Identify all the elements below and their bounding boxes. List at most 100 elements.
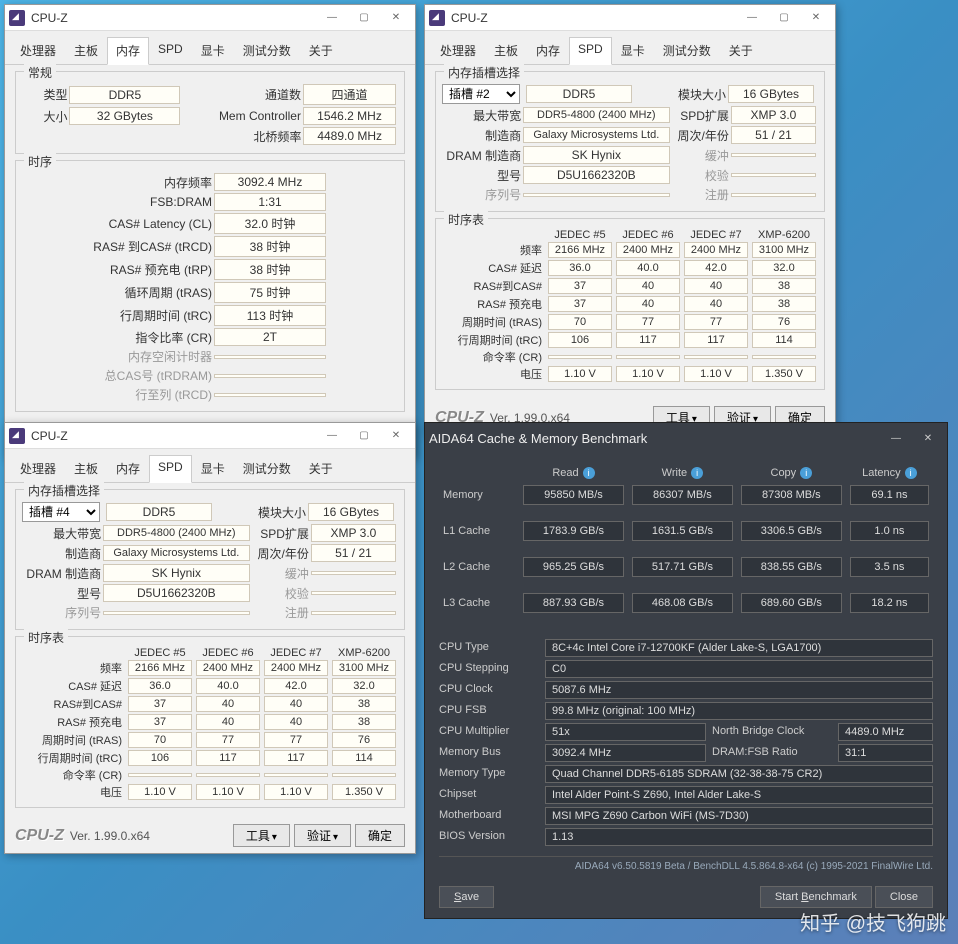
info-icon[interactable]: i <box>905 467 917 479</box>
tab-graphics[interactable]: 显卡 <box>612 37 654 64</box>
cell-value: 1.0 ns <box>850 521 929 541</box>
cell-value: 40 <box>196 696 260 712</box>
save-button[interactable]: Save <box>439 886 494 908</box>
tab-mainboard[interactable]: 主板 <box>65 37 107 64</box>
cell-value <box>752 355 816 359</box>
cell-value: 37 <box>548 278 612 294</box>
tab-mainboard[interactable]: 主板 <box>485 37 527 64</box>
info-icon[interactable]: i <box>800 467 812 479</box>
titlebar[interactable]: CPU-Z — ▢ ✕ <box>5 423 415 449</box>
tab-about[interactable]: 关于 <box>300 37 342 64</box>
tools-button[interactable]: 工具▾ <box>233 824 290 847</box>
minimize-button[interactable]: — <box>737 9 767 27</box>
tras-value: 75 时钟 <box>214 282 326 303</box>
nb-value: 4489.0 MHz <box>303 127 396 145</box>
buffer-value <box>731 153 816 157</box>
row-label: RAS# 预充电 <box>442 295 546 313</box>
fsbdram-label: FSB:DRAM <box>22 195 212 209</box>
slot-select[interactable]: 插槽 #2 <box>442 84 520 104</box>
cell-value: 38 <box>332 714 396 730</box>
tab-spd[interactable]: SPD <box>149 455 192 483</box>
group-timings: 时序 内存频率3092.4 MHz FSB:DRAM1:31 CAS# Late… <box>15 160 405 412</box>
info-icon[interactable]: i <box>691 467 703 479</box>
tab-mainboard[interactable]: 主板 <box>65 455 107 482</box>
regist-label: 注册 <box>252 604 309 621</box>
tab-about[interactable]: 关于 <box>720 37 762 64</box>
tab-bench[interactable]: 测试分数 <box>234 37 300 64</box>
titlebar[interactable]: CPU-Z — ▢ ✕ <box>5 5 415 31</box>
minimize-button[interactable]: — <box>317 9 347 27</box>
tab-graphics[interactable]: 显卡 <box>192 455 234 482</box>
cell-value: 40 <box>684 278 748 294</box>
tab-memory[interactable]: 内存 <box>107 455 149 482</box>
row-label: 行周期时间 (tRC) <box>442 331 546 349</box>
serial-value <box>523 193 669 197</box>
close-button[interactable]: ✕ <box>381 9 411 27</box>
cell-value: 1783.9 GB/s <box>523 521 624 541</box>
cell-value: 689.60 GB/s <box>741 593 842 613</box>
col-header: XMP-6200 <box>330 647 398 659</box>
row-label: 电压 <box>442 365 546 383</box>
week-label: 周次/年份 <box>672 127 729 144</box>
row-label: 命令率 (CR) <box>22 767 126 783</box>
row-label: CAS# 延迟 <box>442 259 546 277</box>
cell-value: 40 <box>684 296 748 312</box>
cell-value: 40.0 <box>196 678 260 694</box>
close-button[interactable]: ✕ <box>381 427 411 445</box>
cell-value: 3100 MHz <box>332 660 396 676</box>
trcd-value: 38 时钟 <box>214 236 326 257</box>
tab-cpu[interactable]: 处理器 <box>11 37 65 64</box>
minimize-button[interactable]: — <box>317 427 347 445</box>
cell-value <box>684 355 748 359</box>
size-value: 32 GBytes <box>69 107 180 125</box>
maximize-button[interactable]: ▢ <box>349 427 379 445</box>
start-benchmark-button[interactable]: Start Benchmark <box>760 886 872 908</box>
tab-bench[interactable]: 测试分数 <box>654 37 720 64</box>
table-row: RAS#到CAS#37404038 <box>22 695 398 713</box>
titlebar[interactable]: CPU-Z — ▢ ✕ <box>425 5 835 31</box>
table-row: RAS#到CAS#37404038 <box>442 277 818 295</box>
tab-memory[interactable]: 内存 <box>527 37 569 64</box>
tab-graphics[interactable]: 显卡 <box>192 37 234 64</box>
cell-value: 77 <box>616 314 680 330</box>
row-label: Memory <box>439 483 519 507</box>
maximize-button[interactable]: ▢ <box>349 9 379 27</box>
titlebar[interactable]: AIDA64 Cache & Memory Benchmark — ✕ <box>425 423 947 453</box>
cell-value: 32.0 <box>752 260 816 276</box>
drammfr-value: SK Hynix <box>523 146 669 164</box>
tab-cpu[interactable]: 处理器 <box>431 37 485 64</box>
tab-bench[interactable]: 测试分数 <box>234 455 300 482</box>
model-value: D5U1662320B <box>103 584 249 602</box>
close-button[interactable]: Close <box>875 886 933 908</box>
table-row: Memory95850 MB/s86307 MB/s87308 MB/s69.1… <box>439 483 933 507</box>
cell-value: 38 <box>332 696 396 712</box>
table-row: 周期时间 (tRAS)70777776 <box>442 313 818 331</box>
cell-value: 3100 MHz <box>752 242 816 258</box>
slot-select[interactable]: 插槽 #4 <box>22 502 100 522</box>
rowhit-label: 行至列 (tRCD) <box>22 386 212 403</box>
close-button[interactable]: ✕ <box>801 9 831 27</box>
watermark: 知乎 @技飞狗跳 <box>800 907 946 936</box>
tab-about[interactable]: 关于 <box>300 455 342 482</box>
trcd-label: RAS# 到CAS# (tRCD) <box>22 238 212 255</box>
info-icon[interactable]: i <box>583 467 595 479</box>
close-button[interactable]: ✕ <box>913 429 943 447</box>
regist-label: 注册 <box>672 186 729 203</box>
cell-value: 95850 MB/s <box>523 485 624 505</box>
tab-memory[interactable]: 内存 <box>107 37 149 65</box>
minimize-button[interactable]: — <box>881 429 911 447</box>
tab-cpu[interactable]: 处理器 <box>11 455 65 482</box>
maxbw-value: DDR5-4800 (2400 MHz) <box>103 525 249 541</box>
tab-spd[interactable]: SPD <box>149 37 192 64</box>
cell-value: 3.5 ns <box>850 557 929 577</box>
cell-value: 37 <box>128 714 192 730</box>
cell-value: 70 <box>128 732 192 748</box>
cell-value: 77 <box>196 732 260 748</box>
mfr-value: Galaxy Microsystems Ltd. <box>523 127 669 143</box>
cell-value: 18.2 ns <box>850 593 929 613</box>
tab-spd[interactable]: SPD <box>569 37 612 65</box>
maximize-button[interactable]: ▢ <box>769 9 799 27</box>
cell-value: 1.10 V <box>196 784 260 800</box>
ok-button[interactable]: 确定 <box>355 824 405 847</box>
validate-button[interactable]: 验证▾ <box>294 824 351 847</box>
